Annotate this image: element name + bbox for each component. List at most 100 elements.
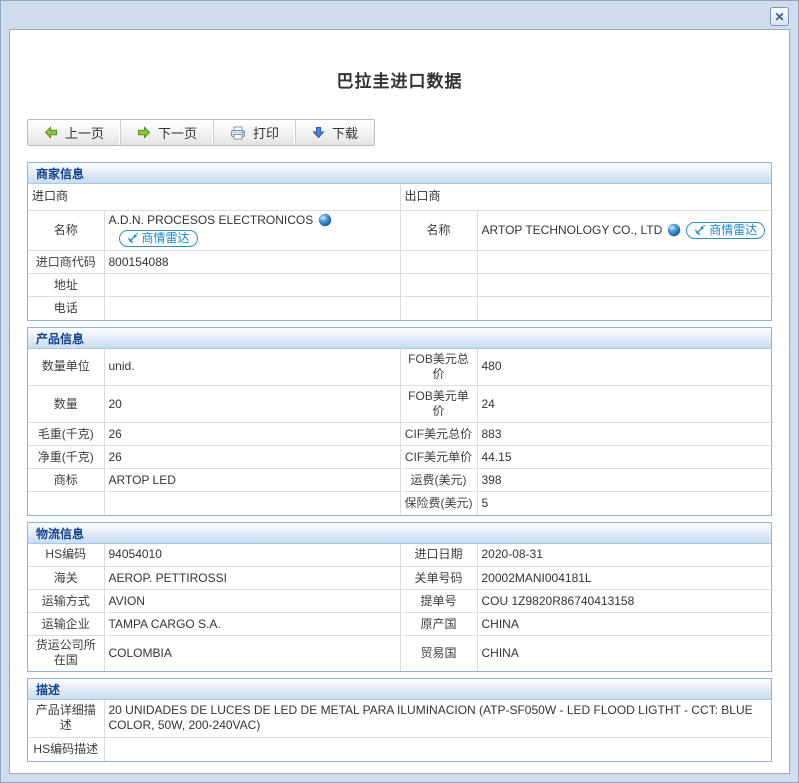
field-label: 提单号 [400, 590, 477, 613]
field-value: 26 [104, 446, 400, 469]
section-title: 物流信息 [28, 523, 771, 544]
field-label: FOB美元单价 [400, 386, 477, 423]
field-value [477, 274, 774, 297]
table-row: 进口商 出口商 [28, 184, 774, 210]
importer-group-header: 进口商 [28, 184, 400, 210]
field-value: 94054010 [104, 544, 400, 567]
field-label: 电话 [28, 297, 104, 320]
print-button[interactable]: 打印 [214, 120, 296, 145]
field-value [104, 274, 400, 297]
business-radar-badge[interactable]: 商情雷达 [686, 222, 765, 239]
field-label: 保险费(美元) [400, 492, 477, 515]
table-row: 毛重(千克) 26 CIF美元总价 883 [28, 423, 774, 446]
field-label: HS编码 [28, 544, 104, 567]
field-value [477, 251, 774, 274]
field-value: 480 [477, 349, 774, 386]
download-button[interactable]: 下载 [296, 120, 374, 145]
table-row: 商标 ARTOP LED 运费(美元) 398 [28, 469, 774, 492]
field-label: 净重(千克) [28, 446, 104, 469]
description-table: 产品详细描述 20 UNIDADES DE LUCES DE LED DE ME… [28, 700, 771, 761]
field-label [28, 492, 104, 515]
table-row: 净重(千克) 26 CIF美元单价 44.15 [28, 446, 774, 469]
field-value: 5 [477, 492, 774, 515]
field-label: 名称 [400, 210, 477, 251]
table-row: 数量 20 FOB美元单价 24 [28, 386, 774, 423]
section-title: 商家信息 [28, 163, 771, 184]
printer-icon [230, 126, 246, 140]
radar-icon [694, 224, 706, 236]
exporter-name-cell: ARTOP TECHNOLOGY CO., LTD [477, 210, 774, 251]
field-label: 毛重(千克) [28, 423, 104, 446]
field-value: 883 [477, 423, 774, 446]
field-label: 商标 [28, 469, 104, 492]
page-title: 巴拉圭进口数据 [10, 67, 789, 92]
field-value: COU 1Z9820R86740413158 [477, 590, 774, 613]
globe-icon[interactable] [318, 213, 332, 227]
field-value: AVION [104, 590, 400, 613]
field-value: 44.15 [477, 446, 774, 469]
arrow-left-icon [44, 126, 58, 139]
importer-name-cell: A.D.N. PROCESOS ELECTRONICOS [104, 210, 400, 251]
field-label: HS编码描述 [28, 738, 104, 761]
radar-badge-label: 商情雷达 [142, 231, 190, 246]
field-label: 数量单位 [28, 349, 104, 386]
field-value: AEROP. PETTIROSSI [104, 567, 400, 590]
field-value [104, 738, 771, 761]
field-value: ARTOP LED [104, 469, 400, 492]
field-value: 24 [477, 386, 774, 423]
field-label: 产品详细描述 [28, 700, 104, 738]
field-value: 398 [477, 469, 774, 492]
exporter-group-header: 出口商 [400, 184, 774, 210]
prev-page-button[interactable]: 上一页 [28, 120, 121, 145]
table-row: 名称 A.D.N. PROCESOS ELECTRONICOS [28, 210, 774, 251]
table-row: 地址 [28, 274, 774, 297]
field-value: COLOMBIA [104, 636, 400, 671]
table-row: 产品详细描述 20 UNIDADES DE LUCES DE LED DE ME… [28, 700, 771, 738]
table-row: 货运公司所在国 COLOMBIA 贸易国 CHINA [28, 636, 774, 671]
globe-icon[interactable] [667, 223, 681, 237]
table-row: 数量单位 unid. FOB美元总价 480 [28, 349, 774, 386]
close-icon: ✕ [774, 9, 784, 25]
field-label: 名称 [28, 210, 104, 251]
exporter-name: ARTOP TECHNOLOGY CO., LTD [482, 223, 663, 238]
table-row: 海关 AEROP. PETTIROSSI 关单号码 20002MANI00418… [28, 567, 774, 590]
field-value [477, 297, 774, 320]
table-row: 保险费(美元) 5 [28, 492, 774, 515]
field-label: 运输企业 [28, 613, 104, 636]
arrow-right-icon [137, 126, 151, 139]
field-label [400, 297, 477, 320]
table-row: 进口商代码 800154088 [28, 251, 774, 274]
prev-page-label: 上一页 [65, 123, 104, 142]
section-title: 产品信息 [28, 328, 771, 349]
product-table: 数量单位 unid. FOB美元总价 480 数量 20 FOB美元单价 24 … [28, 349, 774, 515]
field-value: 800154088 [104, 251, 400, 274]
field-value: 20 UNIDADES DE LUCES DE LED DE METAL PAR… [104, 700, 771, 738]
radar-icon [127, 232, 139, 244]
close-button[interactable]: ✕ [770, 7, 789, 26]
field-label: 地址 [28, 274, 104, 297]
field-value [104, 297, 400, 320]
field-label [400, 274, 477, 297]
download-label: 下载 [332, 123, 358, 142]
field-label: FOB美元总价 [400, 349, 477, 386]
field-label: CIF美元总价 [400, 423, 477, 446]
next-page-button[interactable]: 下一页 [121, 120, 214, 145]
download-arrow-icon [312, 126, 325, 139]
field-label: 运输方式 [28, 590, 104, 613]
field-value: 26 [104, 423, 400, 446]
field-value: CHINA [477, 636, 774, 671]
next-page-label: 下一页 [158, 123, 197, 142]
field-label: 货运公司所在国 [28, 636, 104, 671]
field-label: 贸易国 [400, 636, 477, 671]
section-logistics-info: 物流信息 HS编码 94054010 进口日期 2020-08-31 海关 AE… [27, 522, 772, 672]
table-row: 运输方式 AVION 提单号 COU 1Z9820R86740413158 [28, 590, 774, 613]
field-label: 关单号码 [400, 567, 477, 590]
field-label: 进口商代码 [28, 251, 104, 274]
business-radar-badge[interactable]: 商情雷达 [119, 230, 198, 247]
section-merchant-info: 商家信息 进口商 出口商 名称 A.D.N. PROCESOS ELECTRON… [27, 162, 772, 321]
field-value: CHINA [477, 613, 774, 636]
table-row: HS编码 94054010 进口日期 2020-08-31 [28, 544, 774, 567]
field-label [400, 251, 477, 274]
field-value: 20002MANI004181L [477, 567, 774, 590]
table-row: 电话 [28, 297, 774, 320]
